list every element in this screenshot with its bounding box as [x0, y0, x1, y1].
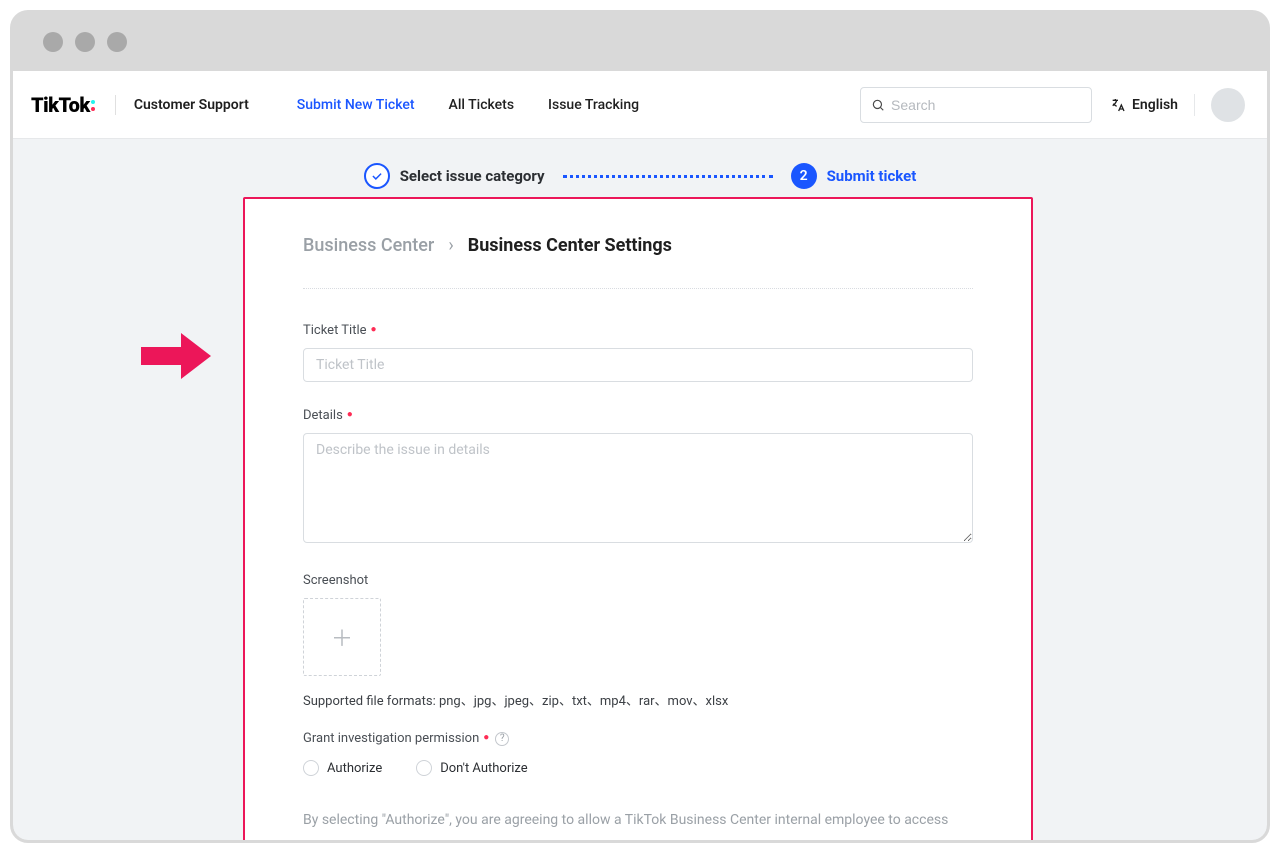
divider: [115, 95, 116, 115]
required-icon: ●: [483, 733, 489, 743]
divider: [1194, 94, 1195, 116]
radio-icon: [416, 760, 432, 776]
step-1-badge: [364, 163, 390, 189]
step-2-badge: 2: [791, 163, 817, 189]
help-icon[interactable]: ?: [495, 732, 509, 746]
avatar[interactable]: [1211, 88, 1245, 122]
formats-hint: Supported file formats: png、jpg、jpeg、zip…: [303, 690, 973, 709]
upload-button[interactable]: ＋: [303, 598, 381, 676]
chevron-right-icon: ›: [448, 235, 453, 256]
browser-titlebar: [13, 13, 1267, 71]
details-textarea[interactable]: [303, 433, 973, 543]
nav-links: Submit New Ticket All Tickets Issue Trac…: [297, 97, 639, 113]
search-input[interactable]: [891, 97, 1081, 113]
brand-logo[interactable]: TikTok: [31, 93, 97, 117]
ticket-title-label: Ticket Title ●: [303, 323, 973, 338]
brand-subtitle: Customer Support: [134, 97, 249, 113]
topbar: TikTok Customer Support Submit New Ticke…: [13, 71, 1267, 139]
plus-icon: ＋: [331, 621, 353, 653]
details-label: Details ●: [303, 408, 973, 423]
check-icon: [370, 169, 384, 183]
breadcrumb-current: Business Center Settings: [468, 235, 672, 256]
translate-icon: [1110, 97, 1126, 113]
window-dot: [75, 32, 95, 52]
permission-label: Grant investigation permission ● ?: [303, 731, 973, 746]
brand-name: TikTok: [31, 93, 90, 117]
language-selector[interactable]: English: [1110, 97, 1178, 113]
screenshot-label: Screenshot: [303, 573, 973, 588]
window-dot: [43, 32, 63, 52]
step-1-label: Select issue category: [400, 167, 545, 185]
field-ticket-title: Ticket Title ●: [303, 323, 973, 382]
required-icon: ●: [371, 325, 377, 335]
browser-frame: TikTok Customer Support Submit New Ticke…: [10, 10, 1270, 843]
nav-all-tickets[interactable]: All Tickets: [449, 97, 515, 113]
window-dot: [107, 32, 127, 52]
search-box[interactable]: [860, 87, 1092, 123]
radio-dont-authorize[interactable]: Don't Authorize: [416, 760, 527, 776]
ticket-form-card: Business Center › Business Center Settin…: [243, 197, 1033, 840]
breadcrumb: Business Center › Business Center Settin…: [303, 235, 973, 284]
divider: [303, 288, 973, 289]
radio-authorize[interactable]: Authorize: [303, 760, 382, 776]
breadcrumb-parent[interactable]: Business Center: [303, 235, 434, 256]
ticket-title-input[interactable]: [303, 348, 973, 382]
field-details: Details ●: [303, 408, 973, 547]
field-permission: Grant investigation permission ● ? Autho…: [303, 731, 973, 776]
search-icon: [871, 98, 885, 112]
viewport: TikTok Customer Support Submit New Ticke…: [13, 71, 1267, 840]
nav-issue-tracking[interactable]: Issue Tracking: [548, 97, 639, 113]
step-2: 2 Submit ticket: [791, 163, 917, 189]
radio-icon: [303, 760, 319, 776]
permission-note: By selecting "Authorize", you are agreei…: [303, 810, 973, 831]
field-screenshot: Screenshot ＋ Supported file formats: png…: [303, 573, 973, 709]
required-icon: ●: [347, 410, 353, 420]
language-label: English: [1132, 97, 1178, 113]
pointer-arrow-icon: [141, 333, 211, 379]
brand-accent-icon: [91, 96, 97, 114]
step-1: Select issue category: [364, 163, 545, 189]
step-connector: [563, 175, 773, 178]
step-2-label: Submit ticket: [827, 167, 917, 185]
nav-submit-new-ticket[interactable]: Submit New Ticket: [297, 97, 415, 113]
permission-radio-group: Authorize Don't Authorize: [303, 760, 973, 776]
